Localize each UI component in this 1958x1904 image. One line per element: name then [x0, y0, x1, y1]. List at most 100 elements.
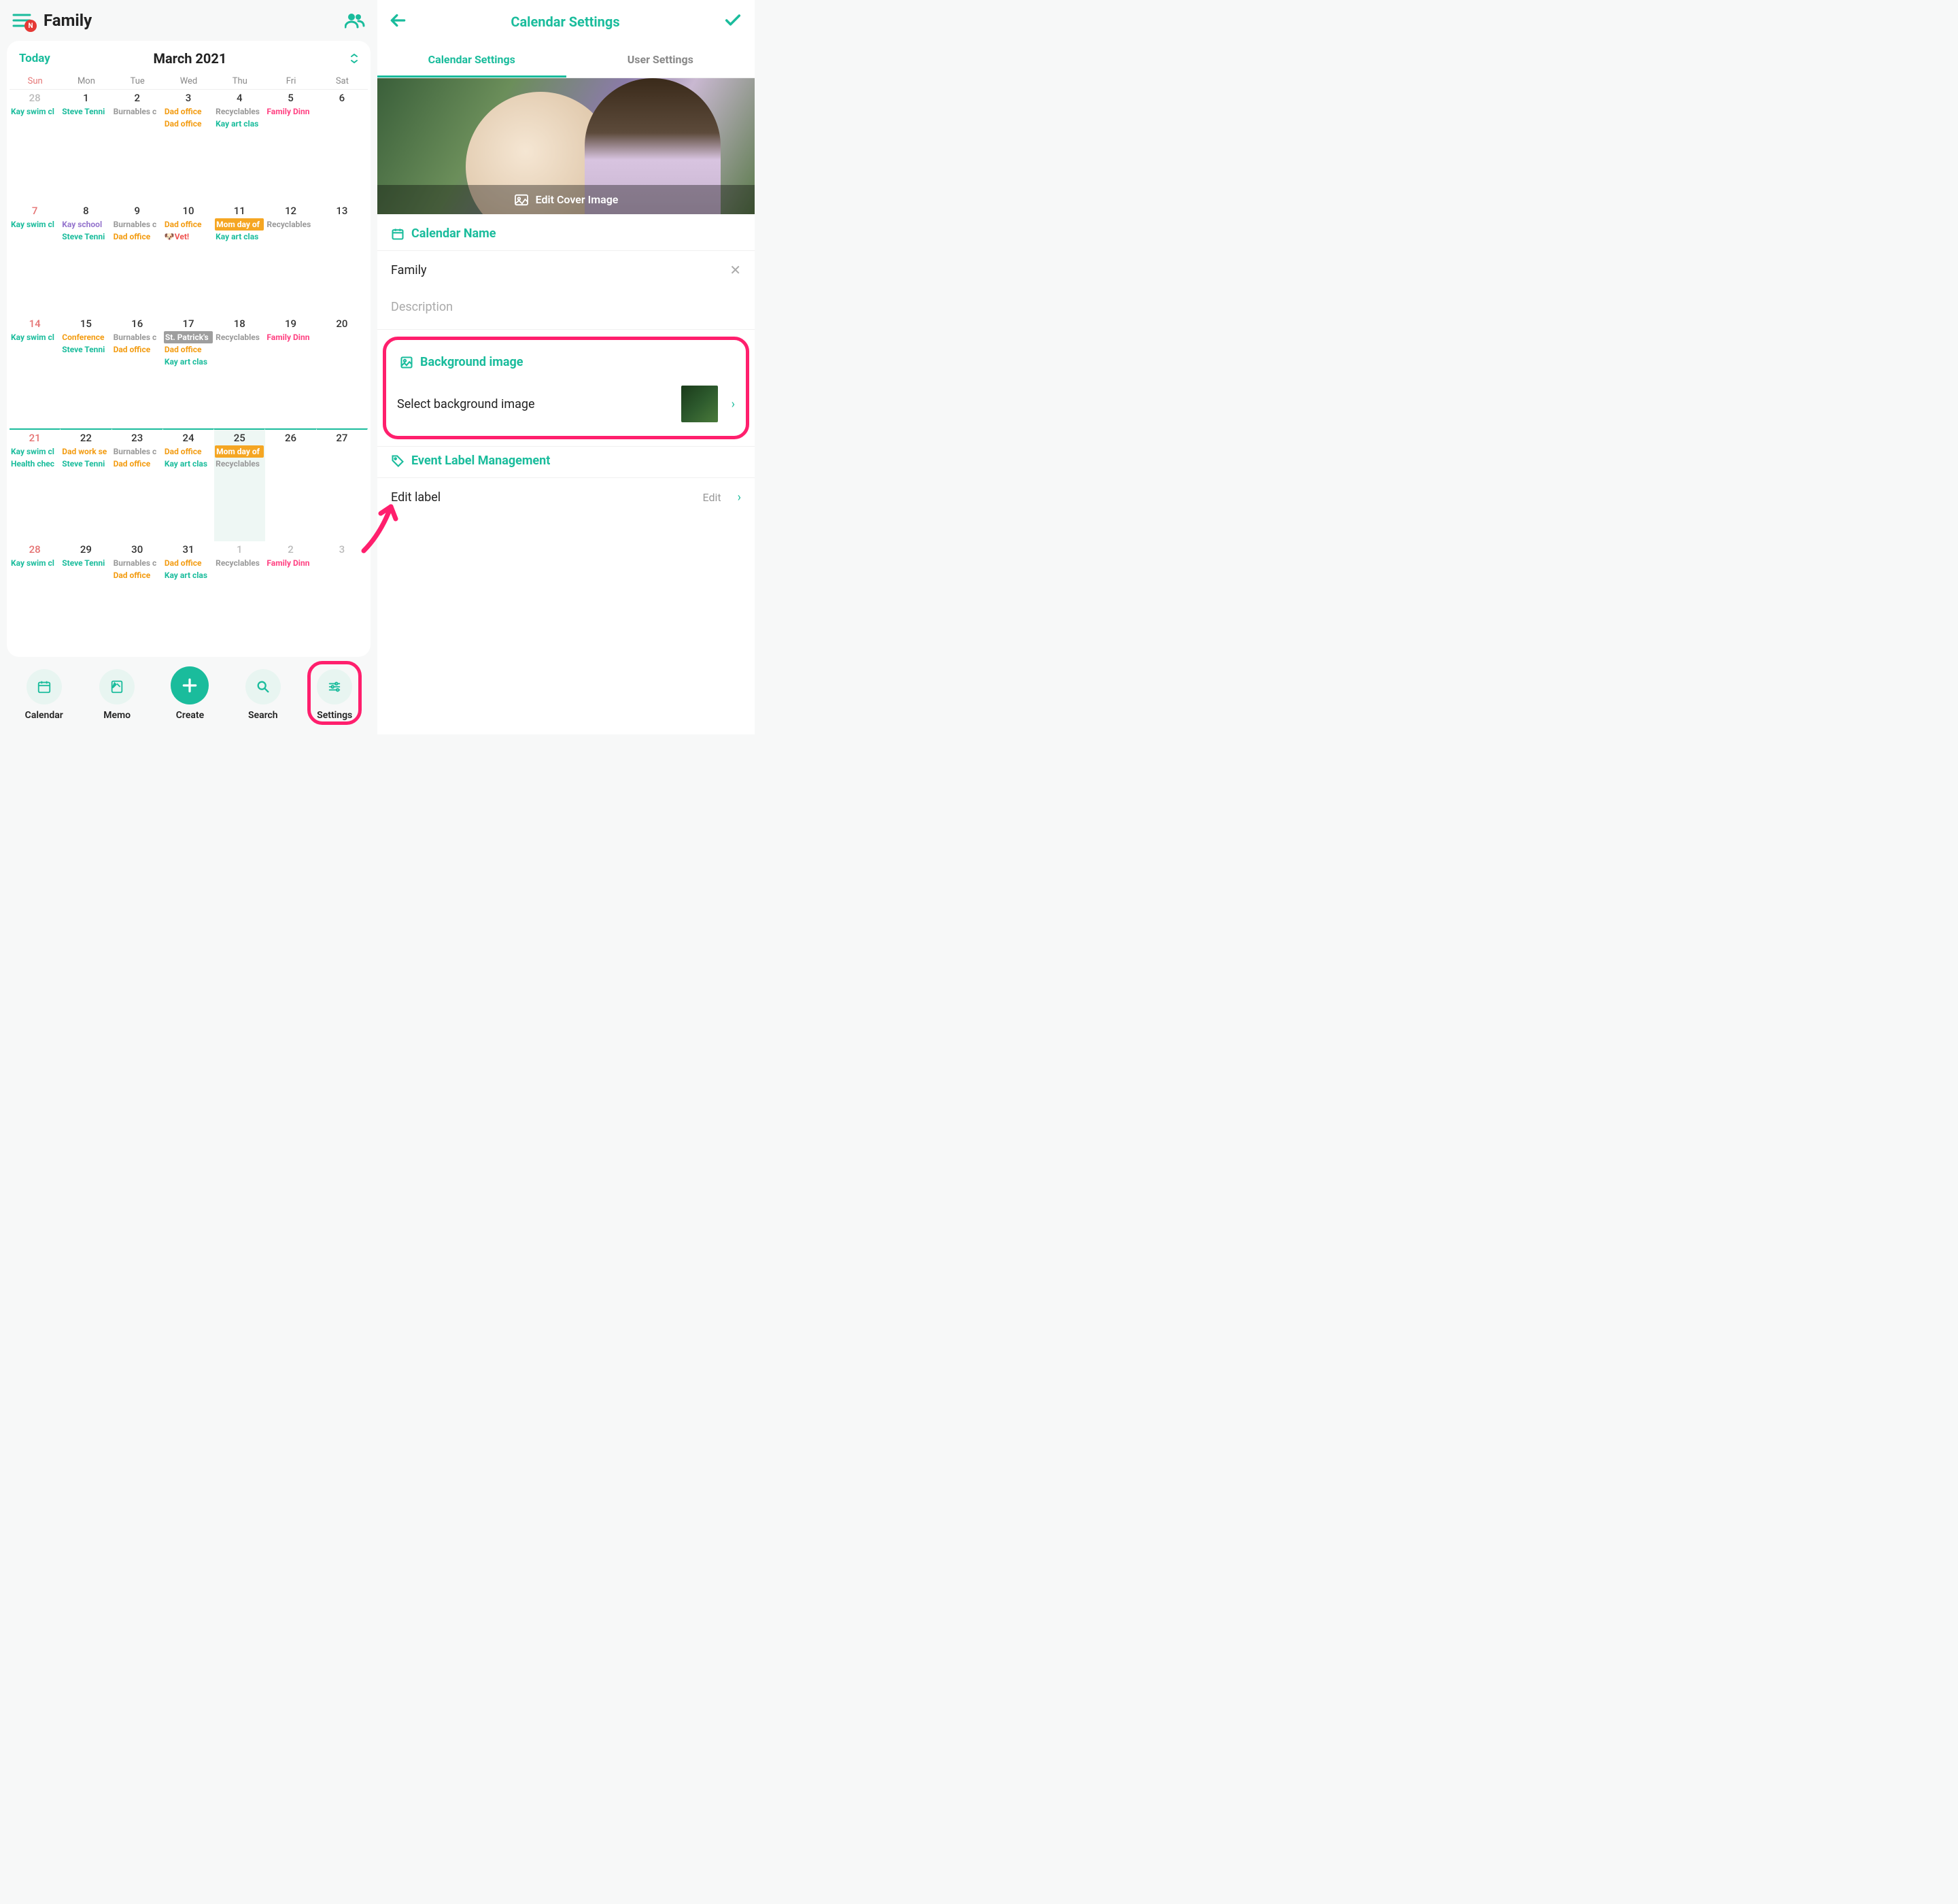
day-cell[interactable]: 31Dad officeKay art clas	[163, 541, 214, 654]
event-chip[interactable]: Steve Tenni	[61, 231, 110, 243]
day-cell[interactable]: 7Kay swim cl	[10, 203, 61, 316]
event-chip[interactable]: Burnables c	[113, 331, 162, 343]
day-cell[interactable]: 1Steve Tenni	[61, 90, 111, 203]
event-chip[interactable]: Burnables c	[113, 557, 162, 569]
event-chip[interactable]: Dad office	[164, 343, 213, 356]
event-chip[interactable]: Kay art clas	[164, 458, 213, 470]
tab-user-settings[interactable]: User Settings	[566, 44, 755, 78]
event-chip[interactable]: 🐶Vet!	[164, 231, 213, 243]
day-cell[interactable]: 27	[317, 428, 368, 541]
day-cell[interactable]: 14Kay swim cl	[10, 316, 61, 428]
day-cell[interactable]: 10Dad office🐶Vet!	[163, 203, 214, 316]
back-icon[interactable]	[390, 12, 407, 32]
day-cell[interactable]: 20	[317, 316, 368, 428]
day-cell[interactable]: 30Burnables cDad office	[112, 541, 163, 654]
day-cell[interactable]: 26	[265, 428, 316, 541]
event-chip[interactable]: St. Patrick's	[164, 331, 213, 343]
event-chip[interactable]: Kay swim cl	[10, 445, 59, 458]
nav-search[interactable]: Search	[245, 669, 281, 721]
day-cell[interactable]: 25Mom day ofRecyclables	[214, 428, 265, 541]
event-chip[interactable]: Dad work se	[61, 445, 110, 458]
event-chip[interactable]: Health chec	[10, 458, 59, 470]
event-chip[interactable]: Recyclables	[215, 331, 264, 343]
event-chip[interactable]: Dad office	[113, 231, 162, 243]
day-cell[interactable]: 24Dad officeKay art clas	[163, 428, 214, 541]
event-chip[interactable]: Kay art clas	[215, 231, 264, 243]
day-cell[interactable]: 8Kay schoolSteve Tenni	[61, 203, 111, 316]
day-cell[interactable]: 16Burnables cDad office	[112, 316, 163, 428]
description-input[interactable]: Description	[377, 289, 755, 330]
day-cell[interactable]: 4RecyclablesKay art clas	[214, 90, 265, 203]
month-label[interactable]: March 2021	[50, 50, 350, 67]
day-cell[interactable]: 22Dad work seSteve Tenni	[61, 428, 111, 541]
event-chip[interactable]: Dad office	[113, 569, 162, 581]
day-cell[interactable]: 21Kay swim clHealth chec	[10, 428, 61, 541]
clear-icon[interactable]: ✕	[729, 262, 741, 278]
confirm-icon[interactable]	[723, 11, 742, 33]
day-cell[interactable]: 13	[317, 203, 368, 316]
day-cell[interactable]: 2Family Dinn	[265, 541, 316, 654]
day-cell[interactable]: 1Recyclables	[214, 541, 265, 654]
event-chip[interactable]: Recyclables	[266, 218, 315, 231]
menu-icon[interactable]: N	[12, 13, 31, 28]
today-button[interactable]: Today	[19, 52, 50, 65]
event-chip[interactable]: Family Dinn	[266, 557, 315, 569]
day-cell[interactable]: 11Mom day ofKay art clas	[214, 203, 265, 316]
event-chip[interactable]: Dad office	[164, 557, 213, 569]
event-chip[interactable]: Kay swim cl	[10, 105, 59, 118]
nav-create[interactable]: Create	[171, 666, 209, 721]
edit-cover-button[interactable]: Edit Cover Image	[377, 185, 755, 214]
day-cell[interactable]: 29Steve Tenni	[61, 541, 111, 654]
event-chip[interactable]: Kay school	[61, 218, 110, 231]
event-chip[interactable]: Dad office	[113, 343, 162, 356]
event-chip[interactable]: Kay swim cl	[10, 218, 59, 231]
calendar-name-input[interactable]: Family	[391, 263, 729, 277]
edit-label-row[interactable]: Edit label Edit ›	[377, 478, 755, 517]
day-cell[interactable]: 19Family Dinn	[265, 316, 316, 428]
tab-calendar-settings[interactable]: Calendar Settings	[377, 44, 566, 78]
event-chip[interactable]: Dad office	[164, 105, 213, 118]
event-chip[interactable]: Kay swim cl	[10, 331, 59, 343]
event-chip[interactable]: Steve Tenni	[61, 105, 110, 118]
day-cell[interactable]: 28Kay swim cl	[10, 541, 61, 654]
nav-memo[interactable]: Memo	[99, 669, 135, 721]
event-chip[interactable]: Dad office	[164, 445, 213, 458]
members-icon[interactable]	[345, 12, 365, 29]
days-grid[interactable]: 28Kay swim cl1Steve Tenni2Burnables c3Da…	[10, 90, 368, 654]
event-chip[interactable]: Burnables c	[113, 445, 162, 458]
event-chip[interactable]: Family Dinn	[266, 105, 315, 118]
event-chip[interactable]: Kay art clas	[164, 569, 213, 581]
event-chip[interactable]: Steve Tenni	[61, 343, 110, 356]
day-cell[interactable]: 6	[317, 90, 368, 203]
event-chip[interactable]: Kay art clas	[164, 356, 213, 368]
event-chip[interactable]: Dad office	[164, 218, 213, 231]
collapse-icon[interactable]	[350, 53, 358, 64]
nav-settings[interactable]: Settings	[317, 669, 352, 721]
event-chip[interactable]: Dad office	[113, 458, 162, 470]
event-chip[interactable]: Recyclables	[215, 105, 264, 118]
day-cell[interactable]: 3	[317, 541, 368, 654]
day-cell[interactable]: 2Burnables c	[112, 90, 163, 203]
event-chip[interactable]: Mom day of	[215, 445, 264, 458]
event-chip[interactable]: Kay swim cl	[10, 557, 59, 569]
day-cell[interactable]: 15ConferenceSteve Tenni	[61, 316, 111, 428]
event-chip[interactable]: Steve Tenni	[61, 557, 110, 569]
event-chip[interactable]: Burnables c	[113, 218, 162, 231]
day-cell[interactable]: 3Dad officeDad office	[163, 90, 214, 203]
event-chip[interactable]: Mom day of	[215, 218, 264, 231]
day-cell[interactable]: 12Recyclables	[265, 203, 316, 316]
event-chip[interactable]: Steve Tenni	[61, 458, 110, 470]
event-chip[interactable]: Burnables c	[113, 105, 162, 118]
day-cell[interactable]: 23Burnables cDad office	[112, 428, 163, 541]
event-chip[interactable]: Recyclables	[215, 557, 264, 569]
event-chip[interactable]: Kay art clas	[215, 118, 264, 130]
event-chip[interactable]: Conference	[61, 331, 110, 343]
day-cell[interactable]: 5Family Dinn	[265, 90, 316, 203]
day-cell[interactable]: 18Recyclables	[214, 316, 265, 428]
day-cell[interactable]: 9Burnables cDad office	[112, 203, 163, 316]
nav-calendar[interactable]: Calendar	[25, 669, 63, 721]
day-cell[interactable]: 28Kay swim cl	[10, 90, 61, 203]
event-chip[interactable]: Family Dinn	[266, 331, 315, 343]
day-cell[interactable]: 17St. Patrick'sDad officeKay art clas	[163, 316, 214, 428]
event-chip[interactable]: Dad office	[164, 118, 213, 130]
